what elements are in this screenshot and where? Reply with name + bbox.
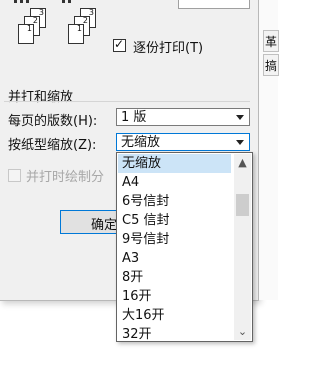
group-divider [4,101,250,102]
right-pane-tab[interactable]: 革 [263,30,279,52]
dropdown-option[interactable]: 6号信封 [118,192,231,211]
scale-to-paper-label: 按纸型缩放(Z): [8,138,97,153]
chevron-down-icon [236,140,244,145]
top-tick-marks [14,0,74,4]
scroll-down-icon[interactable]: ⌄ [234,323,251,340]
page-icon: 1 [18,24,34,44]
print-lines-label: 并打时绘制分 [26,170,105,185]
ok-button-label: 确定 [91,218,118,233]
dropdown-option[interactable]: 大16开 [118,306,231,325]
right-pane: 革 搞 [259,0,279,300]
top-field-edge [178,0,250,9]
dropdown-option[interactable]: A4 [118,173,231,192]
right-pane-tab[interactable]: 搞 [263,54,279,76]
scroll-up-icon[interactable]: ▲ [234,154,251,171]
dropdown-scrollbar[interactable]: ▲ ⌄ [234,154,251,340]
collate-label: 逐份打印(T) [133,41,204,56]
dropdown-option[interactable]: 9号信封 [118,230,231,249]
scale-to-paper-select[interactable]: 无缩放 [116,133,250,151]
dropdown-option[interactable]: A3 [118,249,231,268]
pages-per-sheet-select[interactable]: 1 版 [116,108,250,126]
right-pane-tab-label: 搞 [265,59,278,73]
dropdown-option[interactable]: 32开 [118,325,231,341]
dropdown-option[interactable]: 16开 [118,287,231,306]
dropdown-option[interactable]: 8开 [118,268,231,287]
pages-per-sheet-label: 每页的版数(H): [8,114,98,129]
dropdown-option[interactable]: 无缩放 [118,154,231,173]
scale-dropdown-list[interactable]: 无缩放 A4 6号信封 C5 信封 9号信封 A3 8开 16开 大16开 32… [116,152,253,342]
right-pane-tab-label: 革 [265,35,278,49]
dropdown-option[interactable]: C5 信封 [118,211,231,230]
check-icon: ✓ [114,37,125,51]
chevron-down-icon [236,115,244,120]
collate-checkbox[interactable]: ✓ [113,37,126,52]
page-icon: 1 [68,24,84,44]
scrollbar-thumb[interactable] [236,194,249,216]
print-lines-checkbox[interactable] [8,169,21,182]
section-title: 并打和缩放 [8,90,74,105]
pages-per-sheet-value: 1 版 [121,110,147,125]
scale-to-paper-value: 无缩放 [121,135,161,150]
